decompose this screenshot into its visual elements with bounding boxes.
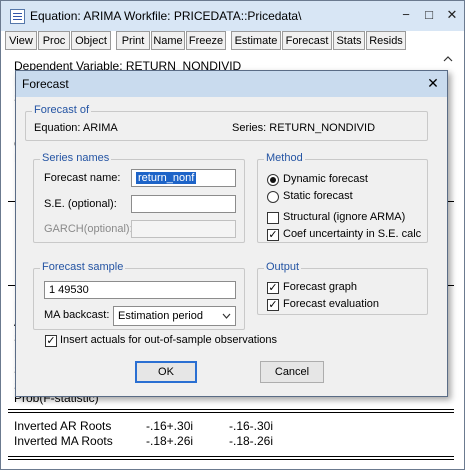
output-group: Output ✓ Forecast graph ✓ Forecast evalu… bbox=[257, 261, 428, 315]
forecast-name-label-text: Forecast name: bbox=[44, 172, 121, 184]
output-label: Output bbox=[264, 261, 302, 273]
se-input[interactable] bbox=[131, 195, 236, 213]
series-names-group: Series names Forecast name: return_nonf … bbox=[33, 152, 245, 243]
inverted-ar-roots-label: Inverted AR Roots bbox=[14, 419, 112, 433]
equation-name-text: Equation: ARIMA bbox=[34, 122, 118, 134]
forecast-of-group: Forecast of Equation: ARIMA Series: RETU… bbox=[25, 104, 428, 141]
checkmark-icon: ✓ bbox=[268, 229, 278, 241]
scroll-up-icon[interactable] bbox=[442, 53, 454, 65]
stats-button[interactable]: Stats bbox=[333, 31, 365, 50]
forecast-name-label: Forecast name: bbox=[44, 172, 120, 184]
root-value: -.18-.26i bbox=[229, 434, 274, 448]
garch-input bbox=[131, 220, 236, 238]
insert-actuals-checkbox[interactable]: ✓ bbox=[45, 335, 57, 347]
equation-toolbar: View Proc Object Print Name Freeze Estim… bbox=[5, 31, 461, 52]
checkmark-icon: ✓ bbox=[268, 299, 278, 311]
ma-backcast-value: Estimation period bbox=[118, 310, 203, 322]
series-names-label: Series names bbox=[40, 152, 112, 164]
estimate-button[interactable]: Estimate bbox=[231, 31, 281, 50]
coef-uncertainty-label[interactable]: Coef uncertainty in S.E. calc bbox=[283, 228, 421, 240]
forecast-name-value: return_nonf bbox=[136, 172, 197, 184]
structural-checkbox[interactable] bbox=[267, 212, 279, 224]
ma-backcast-select[interactable]: Estimation period bbox=[113, 306, 236, 326]
forecast-sample-input[interactable]: 1 49530 bbox=[44, 281, 236, 299]
root-value: -.16+.30i bbox=[146, 419, 194, 433]
dynamic-forecast-label[interactable]: Dynamic forecast bbox=[283, 173, 368, 185]
inverted-ma-roots-label: Inverted MA Roots bbox=[14, 434, 113, 448]
dialog-close-icon[interactable]: ✕ bbox=[425, 74, 441, 92]
insert-actuals-label[interactable]: Insert actuals for out-of-sample observa… bbox=[60, 334, 277, 346]
forecast-button[interactable]: Forecast bbox=[282, 31, 332, 50]
object-button[interactable]: Object bbox=[71, 31, 111, 50]
proc-button[interactable]: Proc bbox=[38, 31, 70, 50]
forecast-name-input[interactable]: return_nonf bbox=[131, 169, 236, 187]
dialog-title: Forecast bbox=[22, 77, 69, 91]
forecast-of-label: Forecast of bbox=[32, 104, 92, 116]
root-value: -.18+.26i bbox=[146, 434, 194, 448]
checkmark-icon: ✓ bbox=[268, 282, 278, 294]
minimize-icon[interactable]: − bbox=[399, 8, 413, 22]
view-button[interactable]: View bbox=[5, 31, 37, 50]
static-forecast-radio[interactable] bbox=[267, 191, 279, 203]
equation-icon bbox=[10, 9, 25, 24]
forecast-sample-group: Forecast sample 1 49530 MA backcast: Est… bbox=[33, 261, 245, 330]
freeze-button[interactable]: Freeze bbox=[186, 31, 226, 50]
forecast-graph-checkbox[interactable]: ✓ bbox=[267, 282, 279, 294]
table-rule bbox=[8, 412, 454, 413]
forecast-evaluation-checkbox[interactable]: ✓ bbox=[267, 299, 279, 311]
garch-label: GARCH(optional): bbox=[44, 223, 133, 235]
static-forecast-label[interactable]: Static forecast bbox=[283, 190, 353, 202]
resids-button[interactable]: Resids bbox=[366, 31, 406, 50]
coef-uncertainty-checkbox[interactable]: ✓ bbox=[267, 229, 279, 241]
method-group: Method Dynamic forecast Static forecast … bbox=[257, 152, 428, 243]
table-rule bbox=[8, 456, 454, 457]
structural-label[interactable]: Structural (ignore ARMA) bbox=[283, 211, 405, 223]
root-value: -.16-.30i bbox=[229, 419, 274, 433]
name-button[interactable]: Name bbox=[151, 31, 185, 50]
window-title: Equation: ARIMA Workfile: PRICEDATA::Pri… bbox=[30, 9, 302, 23]
table-rule bbox=[8, 459, 454, 460]
close-icon[interactable]: ✕ bbox=[445, 8, 459, 22]
series-name-text: Series: RETURN_NONDIVID bbox=[232, 122, 376, 134]
checkmark-icon: ✓ bbox=[46, 335, 56, 347]
cancel-button[interactable]: Cancel bbox=[260, 361, 324, 383]
ok-button[interactable]: OK bbox=[135, 361, 197, 383]
chevron-down-icon bbox=[222, 307, 231, 332]
dynamic-forecast-radio[interactable] bbox=[267, 174, 279, 186]
dialog-titlebar[interactable]: Forecast ✕ bbox=[16, 71, 447, 97]
ma-backcast-label: MA backcast: bbox=[44, 309, 110, 321]
method-label: Method bbox=[264, 152, 305, 164]
forecast-graph-label[interactable]: Forecast graph bbox=[283, 281, 357, 293]
print-button[interactable]: Print bbox=[116, 31, 150, 50]
forecast-evaluation-label[interactable]: Forecast evaluation bbox=[283, 298, 379, 310]
se-label: S.E. (optional): bbox=[44, 198, 117, 210]
restore-icon[interactable]: □ bbox=[422, 8, 436, 22]
window-titlebar[interactable]: Equation: ARIMA Workfile: PRICEDATA::Pri… bbox=[1, 1, 464, 31]
forecast-dialog: Forecast ✕ Forecast of Equation: ARIMA S… bbox=[15, 70, 448, 397]
forecast-sample-label: Forecast sample bbox=[40, 261, 126, 273]
table-rule bbox=[8, 409, 454, 410]
